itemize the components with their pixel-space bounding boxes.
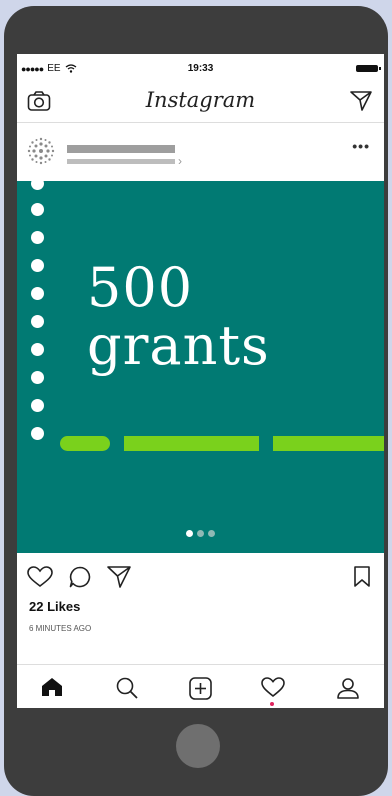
home-button[interactable] xyxy=(176,724,220,768)
battery-icon xyxy=(356,65,381,72)
add-post-icon[interactable] xyxy=(189,677,212,700)
chevron-right-icon: › xyxy=(178,154,182,168)
post-actions xyxy=(17,562,384,592)
search-icon[interactable] xyxy=(116,677,138,699)
app-logo: Instagram xyxy=(145,88,256,112)
bookmark-icon[interactable] xyxy=(353,566,371,588)
share-icon[interactable] xyxy=(107,566,131,588)
bottom-tab-bar xyxy=(17,664,384,708)
post-headline: 500 grants xyxy=(87,259,270,375)
avatar[interactable] xyxy=(27,137,55,165)
headline-number: 500 xyxy=(87,256,194,319)
direct-message-icon[interactable] xyxy=(350,91,372,111)
likes-count[interactable]: 22 Likes xyxy=(29,599,80,614)
post-header: › ••• xyxy=(17,123,384,180)
headline-word: grants xyxy=(87,314,270,377)
home-icon[interactable] xyxy=(41,677,63,697)
phone-screen: ●●●●● EE 19:33 Instagram › ••• 500 grant… xyxy=(17,54,384,708)
top-nav: Instagram xyxy=(17,80,384,123)
carousel-dot-active[interactable] xyxy=(186,530,193,537)
progress-dash xyxy=(273,436,384,451)
activity-icon[interactable] xyxy=(261,677,285,698)
location-placeholder[interactable] xyxy=(67,159,175,164)
carousel-dot[interactable] xyxy=(208,530,215,537)
comment-icon[interactable] xyxy=(69,566,91,588)
post-image[interactable]: 500 grants xyxy=(17,181,384,553)
heart-icon[interactable] xyxy=(27,566,53,588)
profile-icon[interactable] xyxy=(337,677,359,699)
status-bar: ●●●●● EE 19:33 xyxy=(17,54,384,80)
more-options-icon[interactable]: ••• xyxy=(352,138,370,154)
carousel-indicator xyxy=(17,530,384,537)
status-time: 19:33 xyxy=(187,63,214,74)
carousel-dot[interactable] xyxy=(197,530,204,537)
progress-dash xyxy=(124,436,259,451)
username-placeholder[interactable] xyxy=(67,145,175,153)
notification-dot xyxy=(270,702,274,706)
progress-dash xyxy=(60,436,110,451)
post-timestamp: 6 MINUTES AGO xyxy=(29,624,92,633)
